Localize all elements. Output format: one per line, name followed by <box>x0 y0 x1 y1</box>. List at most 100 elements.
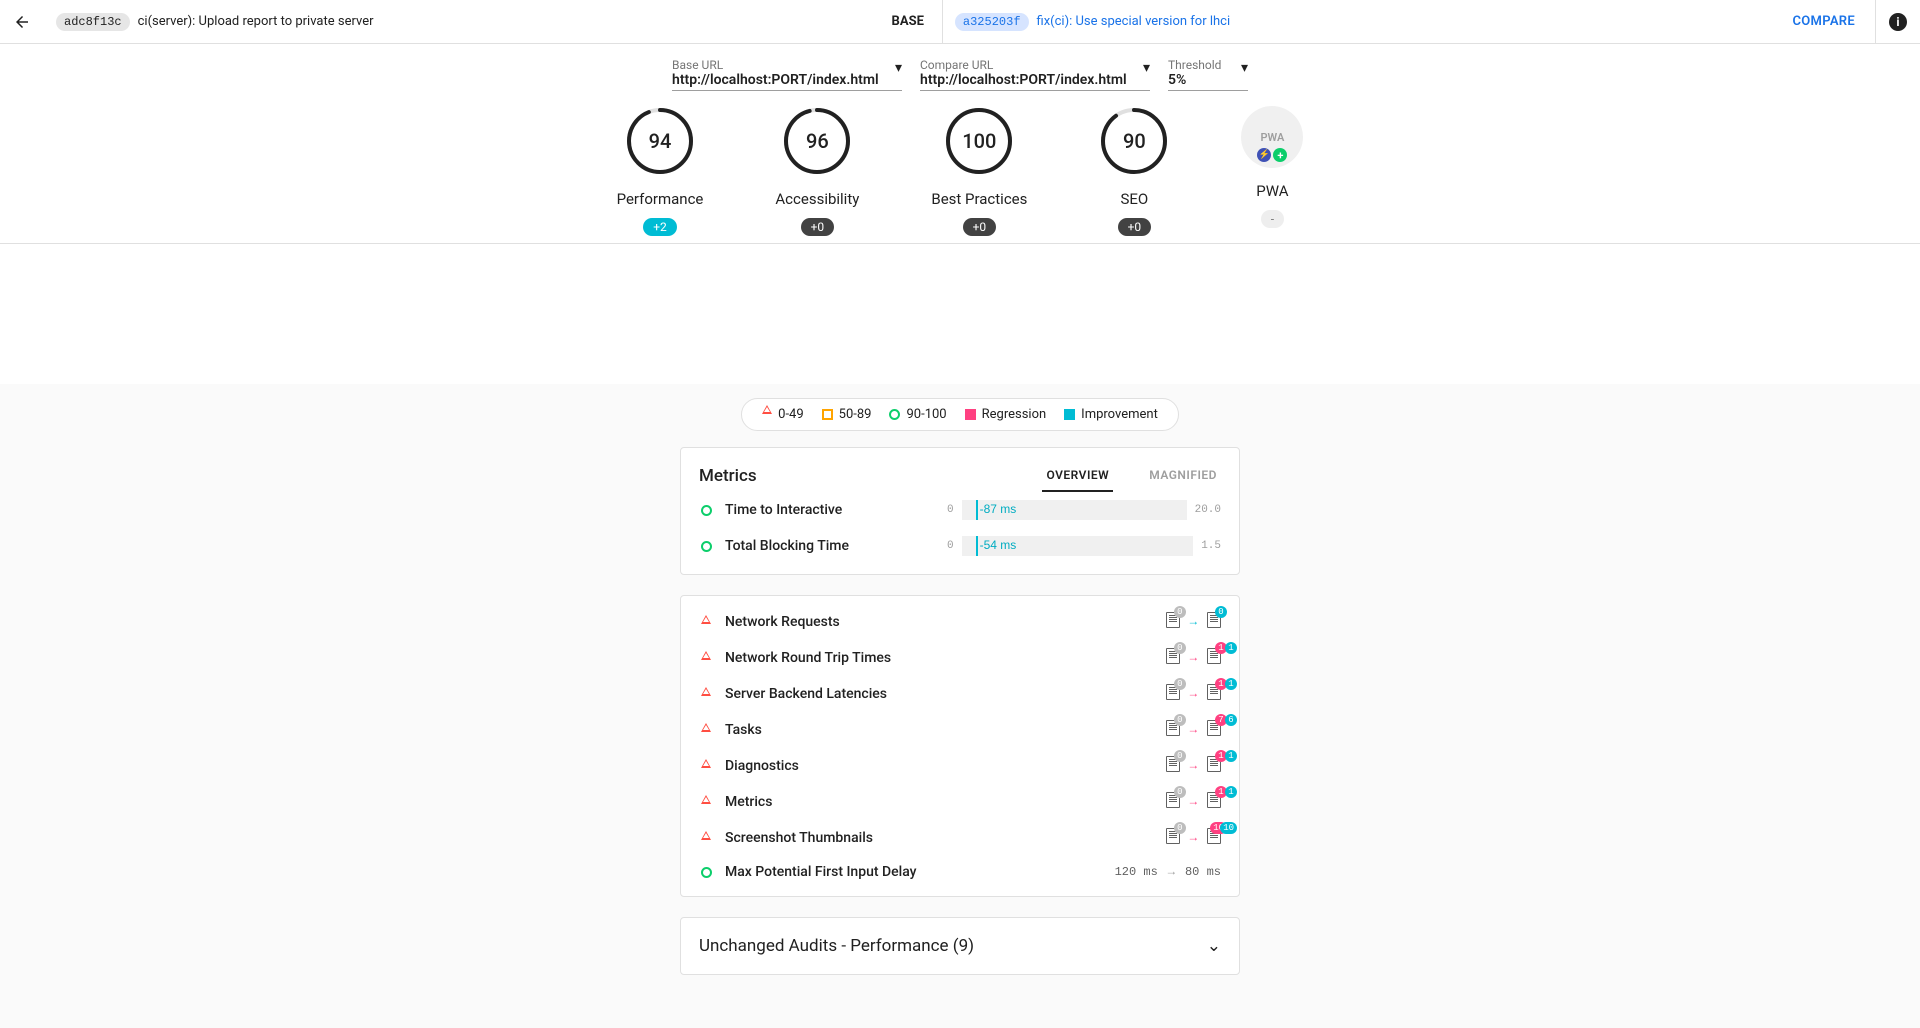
pwa-icon: PWA⚡+ <box>1241 106 1303 168</box>
arrow-right-icon: → <box>1190 759 1197 773</box>
chevron-down-icon: ▾ <box>1143 60 1150 76</box>
triangle-icon <box>701 795 711 804</box>
doc-before: 0 <box>1166 648 1180 668</box>
triangle-icon <box>701 831 711 840</box>
circle-icon <box>889 409 900 420</box>
gauge-score: 94 <box>625 106 695 176</box>
metric-bar: 0-54 ms1.5 <box>947 536 1221 556</box>
audit-name: Diagnostics <box>725 758 935 774</box>
legend-fail: 0-49 <box>762 407 804 422</box>
doc-after: 11 <box>1207 648 1221 668</box>
gauge-pwa[interactable]: PWA⚡+PWA- <box>1241 106 1303 236</box>
threshold-select[interactable]: Threshold 5% ▾ <box>1168 58 1248 91</box>
audit-name: Tasks <box>725 722 935 738</box>
arrow-right-icon: → <box>1190 723 1197 737</box>
value-after: 80 ms <box>1185 865 1221 879</box>
unchanged-card[interactable]: Unchanged Audits - Performance (9) ⌄ <box>680 917 1240 975</box>
audit-name: Server Backend Latencies <box>725 686 935 702</box>
triangle-icon <box>701 687 711 696</box>
arrow-right-icon: → <box>1190 831 1197 845</box>
audit-row[interactable]: Metrics0 → 11 <box>681 784 1239 820</box>
gauge-ring: 96 <box>782 106 852 176</box>
compare-button[interactable]: COMPARE <box>1772 0 1875 43</box>
chevron-down-icon: ▾ <box>895 60 902 76</box>
legend: 0-49 50-89 90-100 Regression Improvement <box>741 398 1179 431</box>
info-icon: i <box>1889 13 1907 31</box>
gauge-delta: +0 <box>1118 218 1152 236</box>
compare-commit: a325203f fix(ci): Use special version fo… <box>943 0 1773 43</box>
square-icon <box>965 409 976 420</box>
arrow-right-icon: → <box>1190 687 1197 701</box>
arrow-right-icon: → <box>1190 651 1197 665</box>
audit-name: Max Potential First Input Delay <box>725 864 935 880</box>
metric-name: Total Blocking Time <box>725 538 935 554</box>
circle-icon <box>701 867 712 878</box>
doc-after: 0 <box>1207 612 1221 632</box>
gauge-accessibility[interactable]: 96Accessibility+0 <box>775 106 859 236</box>
base-commit-msg: ci(server): Upload report to private ser… <box>138 14 374 29</box>
gauge-score: 90 <box>1099 106 1169 176</box>
metrics-title: Metrics <box>699 466 757 486</box>
gauge-score: 96 <box>782 106 852 176</box>
back-button[interactable] <box>0 0 44 43</box>
triangle-icon <box>701 615 711 624</box>
triangle-icon <box>762 405 772 414</box>
gauge-best-practices[interactable]: 100 Best Practices +0 <box>931 106 1027 236</box>
gauge-performance[interactable]: 94Performance+2 <box>617 106 704 236</box>
metric-row[interactable]: Total Blocking Time 0-54 ms1.5 <box>681 528 1239 564</box>
doc-before: 0 <box>1166 720 1180 740</box>
legend-improvement: Improvement <box>1064 407 1158 422</box>
triangle-icon <box>701 723 711 732</box>
gauge-delta: +0 <box>963 218 997 236</box>
gauge-ring: 90 <box>1099 106 1169 176</box>
score-gauges: 94Performance+2 96Accessibility+0 100 Best … <box>0 106 1920 236</box>
arrow-right-icon: → <box>1168 865 1175 879</box>
field-value: http://localhost:PORT/index.html <box>920 72 1150 88</box>
compare-commit-msg: fix(ci): Use special version for lhci <box>1037 14 1231 29</box>
audit-row[interactable]: Network Requests0 → 0 <box>681 604 1239 640</box>
gauge-label: PWA <box>1256 182 1288 200</box>
arrow-left-icon <box>13 13 31 31</box>
tab-magnified[interactable]: MAGNIFIED <box>1145 460 1221 492</box>
unchanged-title: Unchanged Audits - Performance (9) <box>699 936 974 956</box>
doc-after: 76 <box>1207 720 1221 740</box>
doc-before: 0 <box>1166 684 1180 704</box>
compare-hash: a325203f <box>955 13 1029 31</box>
gauge-ring: 94 <box>625 106 695 176</box>
field-label: Compare URL <box>920 58 1150 72</box>
circle-icon <box>699 539 713 553</box>
gauge-ring: 100 <box>944 106 1014 176</box>
doc-after: 11 <box>1207 792 1221 812</box>
compare-url-select[interactable]: Compare URL http://localhost:PORT/index.… <box>920 58 1150 91</box>
legend-avg: 50-89 <box>822 407 872 422</box>
header: adc8f13c ci(server): Upload report to pr… <box>0 0 1920 44</box>
gauge-seo[interactable]: 90SEO+0 <box>1099 106 1169 236</box>
audit-row[interactable]: Tasks 0 → 76 <box>681 712 1239 748</box>
doc-before: 0 <box>1166 612 1180 632</box>
audits-card: Network Requests0 → 0Network Round Trip … <box>680 595 1240 897</box>
audit-row[interactable]: Diagnostics0 → 11 <box>681 748 1239 784</box>
gauge-label: Best Practices <box>931 190 1027 208</box>
metric-row[interactable]: Time to Interactive 0-87 ms20.0 <box>681 492 1239 528</box>
audit-row[interactable]: Server Backend Latencies0 → 11 <box>681 676 1239 712</box>
arrow-right-icon: → <box>1190 615 1197 629</box>
audit-name: Metrics <box>725 794 935 810</box>
base-commit: adc8f13c ci(server): Upload report to pr… <box>44 0 874 43</box>
base-url-select[interactable]: Base URL http://localhost:PORT/index.htm… <box>672 58 902 91</box>
tab-overview[interactable]: OVERVIEW <box>1042 460 1113 492</box>
base-label: BASE <box>874 0 942 43</box>
doc-before: 0 <box>1166 792 1180 812</box>
audit-row[interactable]: Max Potential First Input Delay 120 ms → 80… <box>681 856 1239 888</box>
value-before: 120 ms <box>1115 865 1158 879</box>
doc-before: 0 <box>1166 756 1180 776</box>
circle-icon <box>699 503 713 517</box>
audit-name: Screenshot Thumbnails <box>725 830 935 846</box>
metric-name: Time to Interactive <box>725 502 935 518</box>
info-button[interactable]: i <box>1876 0 1920 43</box>
doc-before: 0 <box>1166 828 1180 848</box>
field-label: Base URL <box>672 58 902 72</box>
square-icon <box>822 409 833 420</box>
chevron-down-icon: ▾ <box>1241 60 1248 76</box>
audit-row[interactable]: Network Round Trip Times0 → 11 <box>681 640 1239 676</box>
audit-row[interactable]: Screenshot Thumbnails0 → 1010 <box>681 820 1239 856</box>
